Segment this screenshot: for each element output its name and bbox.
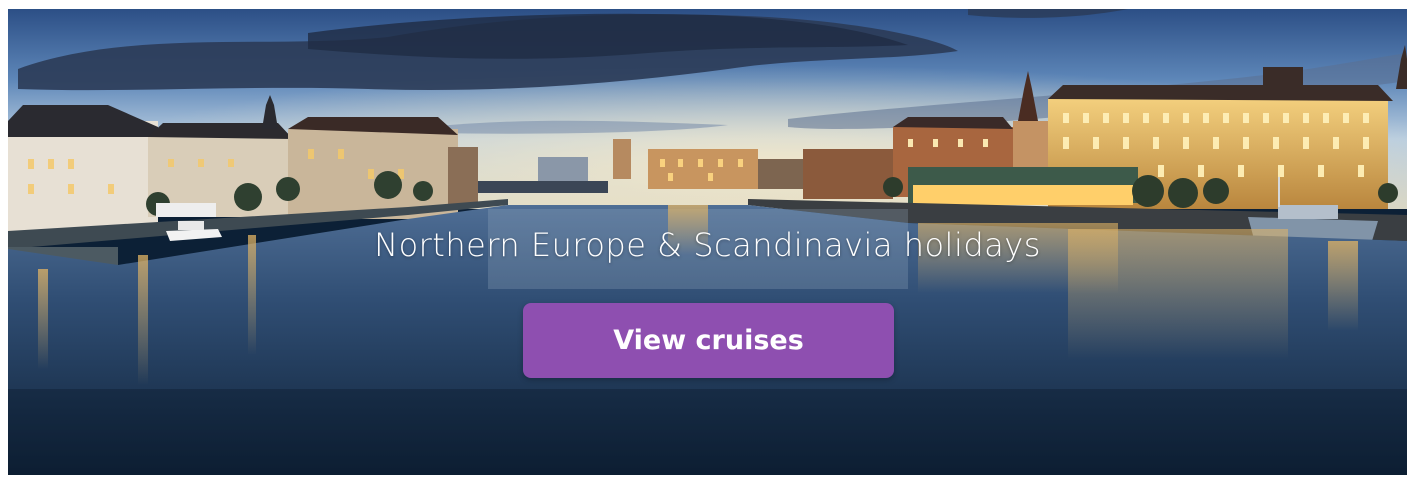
hero-title: Northern Europe & Scandinavia holidays: [374, 226, 1041, 264]
view-cruises-button[interactable]: View cruises: [523, 303, 894, 378]
hero-banner: Northern Europe & Scandinavia holidays V…: [8, 9, 1407, 475]
